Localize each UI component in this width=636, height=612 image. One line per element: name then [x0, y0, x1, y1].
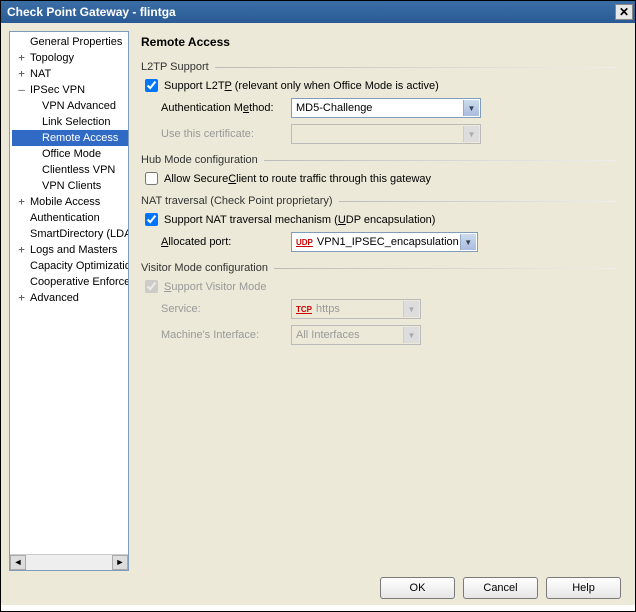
- tree-item-label: Mobile Access: [30, 196, 100, 208]
- chevron-down-icon: ▼: [463, 100, 479, 116]
- tree-item-label: VPN Clients: [42, 180, 101, 192]
- allocated-port-label: Allocated port:: [161, 236, 291, 248]
- button-bar: OK Cancel Help: [1, 571, 635, 605]
- section-title-l2tp: L2TP Support: [141, 61, 215, 73]
- chevron-down-icon: ▼: [403, 327, 419, 343]
- tree-item-clientless-vpn[interactable]: Clientless VPN: [12, 162, 128, 178]
- tree-item-label: Clientless VPN: [42, 164, 115, 176]
- section-visitor: Visitor Mode configuration Support Visit…: [141, 262, 617, 345]
- cancel-button[interactable]: Cancel: [463, 577, 538, 599]
- tree-expander-icon[interactable]: +: [16, 291, 27, 305]
- titlebar: Check Point Gateway - flintga ✕: [1, 1, 635, 23]
- scroll-left-button[interactable]: ◄: [10, 555, 26, 570]
- tree-expander-icon[interactable]: +: [16, 195, 27, 209]
- tree-item-label: Link Selection: [42, 116, 111, 128]
- tree-item-office-mode[interactable]: Office Mode: [12, 146, 128, 162]
- tree-item-label: NAT: [30, 68, 51, 80]
- tree-item-label: Authentication: [30, 212, 100, 224]
- ok-button[interactable]: OK: [380, 577, 455, 599]
- support-nat-label[interactable]: Support NAT traversal mechanism (UDP enc…: [164, 214, 435, 226]
- section-title-hub: Hub Mode configuration: [141, 154, 264, 166]
- close-button[interactable]: ✕: [615, 4, 633, 20]
- chevron-down-icon: ▼: [463, 126, 479, 142]
- tree-item-capacity-optimization[interactable]: Capacity Optimization: [12, 258, 128, 274]
- cert-select: ▼: [291, 124, 481, 144]
- auth-method-label: Authentication Method:: [161, 102, 291, 114]
- tree-item-label: Office Mode: [42, 148, 101, 160]
- tree-item-label: SmartDirectory (LDAP): [30, 228, 129, 240]
- tree-scrollbar[interactable]: ◄ ►: [10, 554, 128, 570]
- service-select: TCP https ▼: [291, 299, 421, 319]
- body: General Properties+Topology+NAT–IPSec VP…: [1, 23, 635, 571]
- support-visitor-checkbox: [145, 280, 158, 293]
- iface-label: Machine's Interface:: [161, 329, 291, 341]
- page-title: Remote Access: [141, 35, 617, 49]
- tree-expander-icon[interactable]: +: [16, 243, 27, 257]
- tree-item-label: Cooperative Enforcement: [30, 276, 129, 288]
- tree-item-label: Advanced: [30, 292, 79, 304]
- tree-item-logs-and-masters[interactable]: +Logs and Masters: [12, 242, 128, 258]
- section-title-nat: NAT traversal (Check Point proprietary): [141, 195, 339, 207]
- chevron-down-icon: ▼: [403, 301, 419, 317]
- tree-item-label: VPN Advanced: [42, 100, 116, 112]
- iface-select: All Interfaces ▼: [291, 325, 421, 345]
- cert-label: Use this certificate:: [161, 128, 291, 140]
- service-label: Service:: [161, 303, 291, 315]
- allow-secureclient-label[interactable]: Allow SecureClient to route traffic thro…: [164, 173, 431, 185]
- tree-item-smartdirectory-ldap-[interactable]: SmartDirectory (LDAP): [12, 226, 128, 242]
- auth-method-select[interactable]: MD5-Challenge ▼: [291, 98, 481, 118]
- section-title-visitor: Visitor Mode configuration: [141, 262, 274, 274]
- section-divider: [339, 201, 617, 202]
- support-visitor-label: Support Visitor Mode: [164, 281, 267, 293]
- help-button[interactable]: Help: [546, 577, 621, 599]
- window-title: Check Point Gateway - flintga: [7, 5, 176, 19]
- tree-item-nat[interactable]: +NAT: [12, 66, 128, 82]
- tree-item-label: Capacity Optimization: [30, 260, 129, 272]
- tree-expander-icon[interactable]: +: [16, 51, 27, 65]
- allocated-port-select[interactable]: UDP VPN1_IPSEC_encapsulation ▼: [291, 232, 478, 252]
- section-l2tp: L2TP Support Support L2TP (relevant only…: [141, 61, 617, 144]
- content-panel: Remote Access L2TP Support Support L2TP …: [137, 31, 627, 571]
- support-l2tp-checkbox[interactable]: [145, 79, 158, 92]
- nav-tree[interactable]: General Properties+Topology+NAT–IPSec VP…: [9, 31, 129, 571]
- tree-item-vpn-advanced[interactable]: VPN Advanced: [12, 98, 128, 114]
- section-divider: [264, 160, 617, 161]
- tree-item-ipsec-vpn[interactable]: –IPSec VPN: [12, 82, 128, 98]
- tree-item-label: IPSec VPN: [30, 84, 85, 96]
- section-nat: NAT traversal (Check Point proprietary) …: [141, 195, 617, 252]
- tree-item-label: Logs and Masters: [30, 244, 117, 256]
- tree-item-general-properties[interactable]: General Properties: [12, 34, 128, 50]
- tree-item-mobile-access[interactable]: +Mobile Access: [12, 194, 128, 210]
- tree-item-label: General Properties: [30, 36, 122, 48]
- tcp-proto-badge: TCP: [296, 305, 312, 314]
- support-nat-checkbox[interactable]: [145, 213, 158, 226]
- tree-item-label: Topology: [30, 52, 74, 64]
- support-l2tp-label[interactable]: Support L2TP (relevant only when Office …: [164, 80, 439, 92]
- tree-item-link-selection[interactable]: Link Selection: [12, 114, 128, 130]
- section-hub: Hub Mode configuration Allow SecureClien…: [141, 154, 617, 185]
- scroll-right-button[interactable]: ►: [112, 555, 128, 570]
- allow-secureclient-checkbox[interactable]: [145, 172, 158, 185]
- close-icon: ✕: [619, 5, 629, 19]
- section-divider: [274, 268, 617, 269]
- tree-item-remote-access[interactable]: Remote Access: [12, 130, 128, 146]
- section-divider: [215, 67, 617, 68]
- tree-item-authentication[interactable]: Authentication: [12, 210, 128, 226]
- tree-expander-icon[interactable]: –: [16, 83, 27, 97]
- chevron-down-icon: ▼: [460, 234, 476, 250]
- tree-item-vpn-clients[interactable]: VPN Clients: [12, 178, 128, 194]
- tree-item-cooperative-enforcement[interactable]: Cooperative Enforcement: [12, 274, 128, 290]
- tree-item-label: Remote Access: [42, 132, 118, 144]
- tree-item-topology[interactable]: +Topology: [12, 50, 128, 66]
- tree-item-advanced[interactable]: +Advanced: [12, 290, 128, 306]
- tree-expander-icon[interactable]: +: [16, 67, 27, 81]
- udp-proto-badge: UDP: [296, 238, 313, 247]
